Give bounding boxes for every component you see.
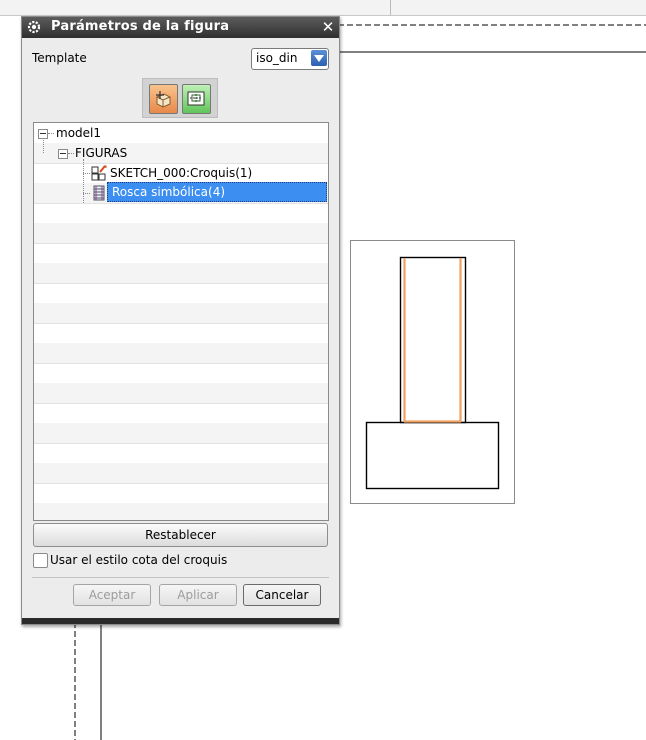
tree-connector bbox=[83, 159, 84, 203]
tree-connector bbox=[43, 138, 44, 153]
tree-row bbox=[34, 303, 328, 324]
shaft-outline[interactable] bbox=[399, 256, 467, 424]
tree-row bbox=[34, 323, 328, 344]
tree-connector bbox=[68, 153, 74, 154]
tree-row bbox=[34, 443, 328, 464]
model-view-button[interactable] bbox=[149, 84, 178, 114]
base-outline[interactable] bbox=[365, 421, 500, 490]
tree-row bbox=[34, 203, 328, 224]
divider bbox=[32, 577, 329, 578]
tree-row bbox=[34, 363, 328, 384]
tree-row bbox=[34, 283, 328, 304]
view-toolbar bbox=[142, 78, 218, 118]
sketch-dimension-style-label: Usar el estilo cota del croquis bbox=[50, 553, 228, 567]
thread-icon bbox=[91, 185, 107, 204]
tree-row bbox=[34, 403, 328, 424]
dialog-bottom-edge bbox=[22, 618, 339, 624]
tree-row bbox=[34, 503, 328, 520]
drawing-view-button[interactable] bbox=[182, 84, 211, 114]
dialog-titlebar[interactable]: Parámetros de la figura ✕ bbox=[22, 17, 339, 38]
reset-button[interactable]: Restablecer bbox=[33, 523, 328, 547]
sketch-icon bbox=[91, 165, 107, 184]
tree-row bbox=[34, 263, 328, 284]
chevron-down-icon[interactable] bbox=[311, 50, 327, 66]
view-frame[interactable] bbox=[350, 240, 515, 504]
tree-connector bbox=[48, 133, 54, 134]
tree-node-thread[interactable]: Rosca simbólica(4) bbox=[107, 182, 327, 202]
tree-row bbox=[34, 463, 328, 484]
tree-row bbox=[34, 483, 328, 504]
template-label: Template bbox=[32, 51, 87, 65]
tree-row bbox=[34, 383, 328, 404]
tree-node-sketch[interactable]: SKETCH_000:Croquis(1) bbox=[110, 164, 252, 182]
tree-row bbox=[34, 223, 328, 244]
cancel-button[interactable]: Cancelar bbox=[243, 584, 321, 606]
drawing-sheet-icon bbox=[187, 91, 205, 106]
apply-button[interactable]: Aplicar bbox=[159, 584, 237, 606]
accept-button[interactable]: Aceptar bbox=[73, 584, 151, 606]
figure-parameters-dialog: Parámetros de la figura ✕ Template iso_d… bbox=[21, 16, 340, 625]
collapse-icon[interactable] bbox=[58, 149, 68, 159]
tree-connector bbox=[83, 193, 90, 194]
template-select-value: iso_din bbox=[256, 51, 298, 65]
tree-node-model[interactable]: model1 bbox=[56, 124, 101, 142]
tree-row bbox=[34, 243, 328, 264]
template-select[interactable]: iso_din bbox=[251, 48, 329, 70]
sketch-dimension-style-checkbox[interactable] bbox=[33, 553, 48, 568]
part-3d-icon bbox=[156, 91, 171, 108]
features-tree[interactable]: model1 FIGURAS SKETCH_000:Croquis(1) Ros… bbox=[33, 122, 329, 521]
gear-icon bbox=[26, 19, 42, 35]
tree-connector bbox=[83, 173, 90, 174]
tree-row bbox=[34, 343, 328, 364]
close-button[interactable]: ✕ bbox=[320, 19, 336, 35]
dialog-title: Parámetros de la figura bbox=[51, 19, 230, 34]
tree-row bbox=[34, 423, 328, 444]
